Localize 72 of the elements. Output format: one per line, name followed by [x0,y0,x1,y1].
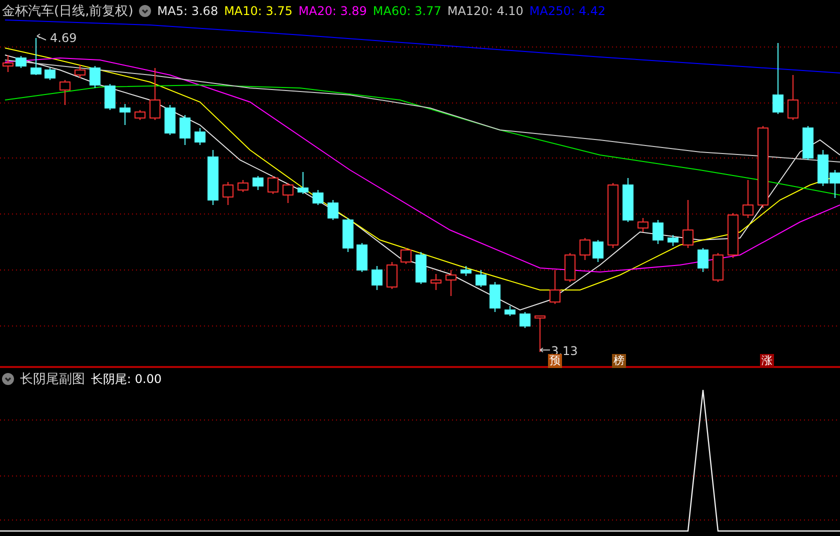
candlestick [818,150,828,186]
candlestick [772,42,784,114]
candlestick [2,54,14,72]
candlestick [134,110,146,120]
signal-marker: 涨 [760,354,774,368]
candlestick [728,212,738,258]
candlestick [788,74,798,120]
candlestick [208,150,218,206]
candlestick [400,248,412,264]
candlestick [268,176,278,194]
candlestick [298,172,308,194]
candlestick [150,68,160,120]
candlestick [520,312,530,328]
candlestick [698,248,708,272]
moving-average-legend: MA120: 4.10 [447,4,524,18]
candlestick [120,104,130,126]
panel-title: 长阴尾副图 [20,371,85,388]
chart-title: 金杯汽车(日线,前复权) [2,3,134,20]
candlestick [608,182,618,248]
candlestick [194,128,206,146]
moving-average-legend: MA60: 3.77 [372,4,442,18]
candlestick [682,200,694,248]
moving-average-legend: MA10: 3.75 [224,4,292,18]
candlestick [580,238,590,260]
candlestick [16,56,26,68]
candlestick [622,178,634,222]
moving-average-legend: MA250: 4.42 [529,4,606,18]
candlestick [222,182,234,206]
moving-average-legend: MA20: 3.89 [298,4,367,18]
candlestick [30,38,42,76]
candlestick [652,220,664,244]
candlestick [416,252,426,284]
candlestick [312,190,324,206]
candlestick [550,270,560,304]
candlestick [446,270,456,296]
candlestick [180,114,190,146]
signal-marker: 榜 [612,354,626,368]
candlestick [386,262,398,290]
candlestick [712,252,724,282]
candlestick [74,64,86,78]
high-price-label: 4.69 [50,31,77,45]
dropdown-icon[interactable] [139,5,152,17]
indicator-value: 长阴尾: 0.00 [91,370,162,388]
candlestick [282,182,294,204]
candlestick [802,126,814,160]
candlestick [238,180,248,192]
candlestick [534,316,546,352]
candlestick [60,80,70,106]
candlestick [460,266,472,276]
dropdown-icon[interactable] [2,373,14,385]
candlestick [252,176,264,190]
candlestick [356,242,368,272]
candlestick [668,234,678,246]
moving-average-legend: MA5: 3.68 [157,4,218,18]
candlestick [430,274,442,290]
leader-line [36,34,46,40]
candlestick [592,240,604,262]
candlestick [742,180,754,218]
candlestick [342,218,354,252]
candlestick [328,200,338,220]
candlestick [476,270,486,288]
leader-line [540,348,550,352]
candlestick [90,66,100,88]
candlestick [372,266,382,290]
candlestick [638,218,648,232]
candlestick [44,68,56,80]
candlestick [830,170,840,198]
candlestick [104,84,116,110]
candlestick [504,306,516,316]
candlestick [164,104,176,136]
candlestick [564,252,576,282]
candlestick [490,282,500,312]
